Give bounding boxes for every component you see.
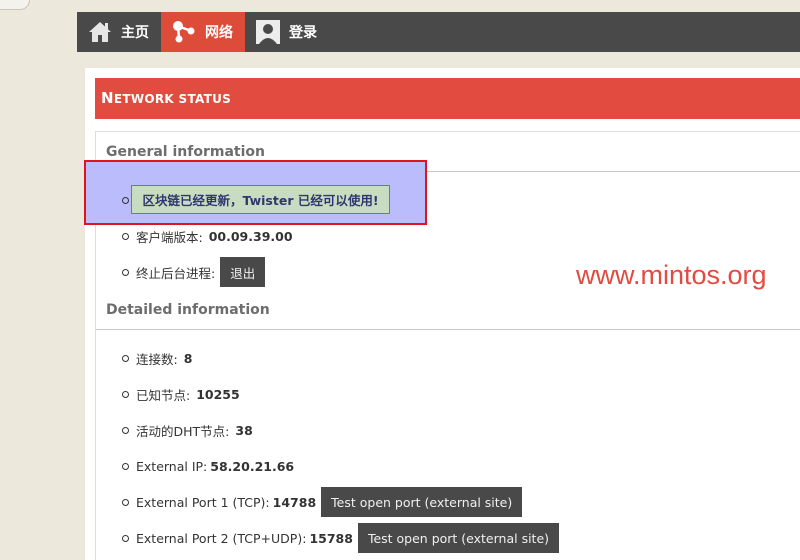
nav-network-label: 网络 [205,25,233,41]
connections-item: 连接数: 8 [122,343,192,373]
general-heading: General information [106,144,265,160]
client-version-item: 客户端版本: 00.09.39.00 [122,221,293,251]
port1-label: External Port 1 (TCP): [136,494,270,510]
bullet-icon [122,268,129,276]
test-port1-button[interactable]: Test open port (external site) [321,487,523,517]
stop-daemon-item: 终止后台进程: 退出 [122,257,266,287]
nav-login[interactable]: 登录 [245,12,329,52]
top-navbar: 主页 网络 登录 [77,12,800,52]
stop-daemon-label: 终止后台进程: [136,265,216,281]
user-icon [255,19,281,45]
sync-notice: 区块链已经更新，Twister 已经可以使用! [131,185,390,214]
connections-value: 8 [183,350,193,366]
external-ip-label: External IP: [136,458,208,474]
bullet-icon [122,354,129,362]
dht-nodes-label: 活动的DHT节点: [136,423,230,439]
dht-nodes-item: 活动的DHT节点: 38 [122,415,253,445]
port2-item: External Port 2 (TCP+UDP): 15788 Test op… [122,523,560,553]
test-port2-button[interactable]: Test open port (external site) [357,523,560,553]
nav-home[interactable]: 主页 [77,12,161,52]
nav-login-label: 登录 [289,25,317,41]
port1-item: External Port 1 (TCP): 14788 Test open p… [122,487,523,517]
network-icon [171,19,197,45]
bullet-icon [122,232,129,240]
browser-background [0,0,77,560]
port2-label: External Port 2 (TCP+UDP): [136,530,307,546]
nav-home-label: 主页 [121,25,149,41]
known-nodes-value: 10255 [196,386,240,402]
known-nodes-item: 已知节点: 10255 [122,379,240,409]
bullet-icon [122,390,129,398]
dht-nodes-value: 38 [235,422,253,438]
detailed-divider [96,329,800,330]
bullet-icon [122,498,129,506]
home-icon [87,19,113,45]
port1-value: 14788 [272,494,317,510]
bullet-icon [122,196,129,204]
exit-button[interactable]: 退出 [220,257,266,287]
nav-network[interactable]: 网络 [161,12,245,52]
bullet-icon [122,534,129,542]
page-title: NETWORK STATUS [101,89,232,107]
external-ip-value: 58.20.21.66 [210,458,295,474]
connections-label: 连接数: [136,351,178,367]
bullet-icon [122,426,129,434]
client-version-value: 00.09.39.00 [208,228,293,244]
watermark-text: www.mintos.org [576,260,767,290]
external-ip-item: External IP: 58.20.21.66 [122,451,294,481]
detailed-heading: Detailed information [106,302,270,318]
port2-value: 15788 [309,530,353,546]
client-version-label: 客户端版本: [136,229,203,245]
bullet-icon [122,462,129,470]
page-title-bar: NETWORK STATUS [95,78,800,119]
known-nodes-label: 已知节点: [136,387,191,403]
